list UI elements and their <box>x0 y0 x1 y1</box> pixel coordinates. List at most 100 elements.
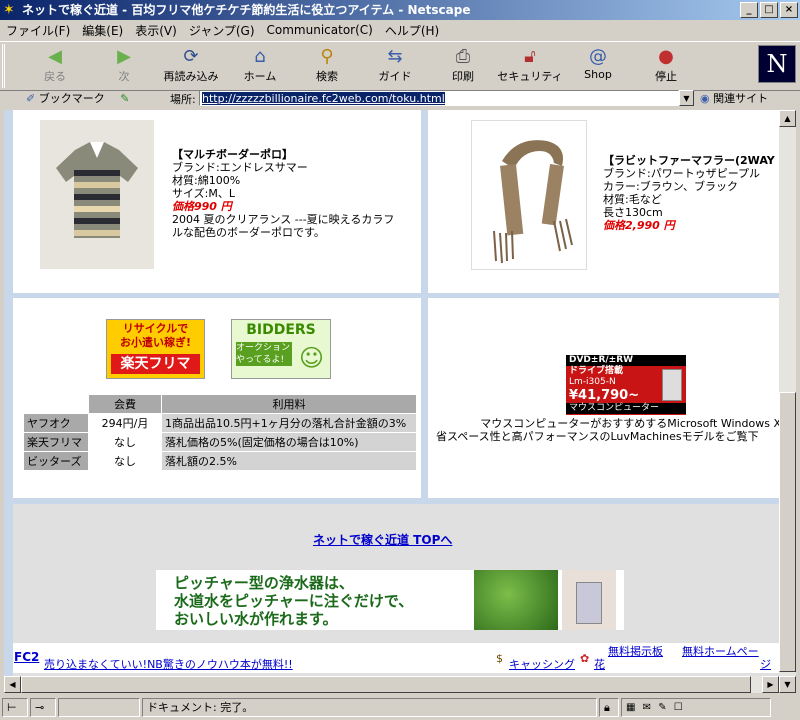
forward-button-label: 次 <box>118 70 130 83</box>
fee-row-fee: なし <box>89 452 161 470</box>
muffler-image[interactable] <box>471 120 587 270</box>
mail-icon[interactable]: ✉ <box>643 702 653 713</box>
print-button[interactable]: ⎙ 印刷 <box>430 46 496 84</box>
table-row: 楽天フリマ なし 落札価格の5%(固定価格の場合は10%) <box>24 433 416 451</box>
maximize-button[interactable]: □ <box>760 2 778 18</box>
security-button[interactable]: 🔓︎ セキュリティ <box>497 46 563 84</box>
guide-button-label: ガイド <box>378 70 412 83</box>
fur-muffler-image <box>493 140 573 264</box>
bidders-banner[interactable]: BIDDERS オークション やってるよ! ☺ <box>231 319 331 379</box>
water-purifier-banner[interactable]: ピッチャー型の浄水器は、 水道水をピッチャーに注ぐだけで、 おいしい水が作れます… <box>156 570 624 630</box>
fee-header-blank <box>24 395 88 413</box>
rakuten-banner-line3: 楽天フリマ <box>111 354 200 374</box>
scroll-up-button[interactable]: ▲ <box>779 110 796 127</box>
menu-file[interactable]: ファイル(F) <box>0 22 76 39</box>
discussion-icon[interactable]: ✎ <box>658 702 668 713</box>
fc2-logo[interactable]: FC2 <box>14 650 39 664</box>
stop-button[interactable]: ● 停止 <box>633 46 699 84</box>
page-content: 【マルチボーダーポロ】 ブランド:エンドレスサマー 材質:綿100% サイズ:M… <box>4 110 779 693</box>
polo-desc-line1: 2004 夏のクリアランス ---夏に映えるカラフ <box>172 213 395 226</box>
flower-link[interactable]: 花 <box>594 656 605 672</box>
print-icon: ⎙ <box>455 46 471 67</box>
guide-button[interactable]: ⇆ ガイド <box>362 46 428 84</box>
close-button[interactable]: × <box>780 2 798 18</box>
product-cell-muffler: 【ラビットファーマフラー(2WAY ブランド:パワートゥザピープル カラー:ブラ… <box>428 110 779 293</box>
auction-cell: リサイクルで お小遣い稼ぎ! 楽天フリマ BIDDERS オークション やってる… <box>13 298 421 498</box>
netscape-logo[interactable]: N <box>758 45 796 83</box>
window-title: ネットで稼ぐ近道 - 百均フリマ他ケチケチ節約生活に役立つアイテム - Nets… <box>22 3 471 17</box>
vertical-scroll-thumb[interactable] <box>779 392 796 672</box>
composer-icon[interactable]: ☐ <box>674 702 685 713</box>
rakuten-furima-banner[interactable]: リサイクルで お小遣い稼ぎ! 楽天フリマ <box>106 319 205 379</box>
free-bbs-link[interactable]: 無料掲示板 <box>608 643 663 659</box>
window-titlebar[interactable]: ✶ ネットで稼ぐ近道 - 百均フリマ他ケチケチ節約生活に役立つアイテム - Ne… <box>0 0 800 20</box>
fee-row-name: 楽天フリマ <box>24 433 88 451</box>
security-lock-icon: 🔓︎ <box>524 46 536 67</box>
top-page-link[interactable]: ネットで稼ぐ近道 TOPへ <box>313 531 452 548</box>
guide-icon: ⇆ <box>387 46 403 67</box>
auction-fee-table: 会費 利用料 ヤフオク 294円/月 1商品出品10.5円+1ヶ月分の落札合計金… <box>23 394 417 471</box>
search-button-label: 検索 <box>316 70 338 83</box>
toolbar-grip[interactable] <box>2 44 13 88</box>
polo-desc-line2: ルな配色のボーダーポロです。 <box>172 226 325 239</box>
menu-go[interactable]: ジャンプ(G) <box>183 22 261 39</box>
shop-icon: @ <box>589 46 607 67</box>
navigator-icon[interactable]: ▦ <box>626 702 637 713</box>
related-sites-button[interactable]: ◉ 関連サイト <box>700 90 768 106</box>
bidders-line2: やってるよ! <box>236 354 292 366</box>
mouse-computer-banner[interactable]: DVD±R/±RW ドライブ搭載 Lm-i305-N ¥41,790~ マウスコ… <box>566 355 686 415</box>
muffler-color: カラー:ブラウン、ブラック <box>603 180 739 193</box>
polo-brand: ブランド:エンドレスサマー <box>172 161 308 174</box>
menu-view[interactable]: 表示(V) <box>129 22 183 39</box>
security-button-label: セキュリティ <box>497 70 563 83</box>
reload-button-label: 再読み込み <box>163 70 219 83</box>
reload-button[interactable]: ⟳ 再読み込み <box>158 46 224 84</box>
table-row: ヤフオク 294円/月 1商品出品10.5円+1ヶ月分の落札合計金額の3% <box>24 414 416 432</box>
search-button[interactable]: ⚲ 検索 <box>294 46 360 84</box>
mouse-banner-brand: マウスコンピューター <box>566 403 686 414</box>
horizontal-scrollbar[interactable]: ◀ ▶ <box>4 676 779 693</box>
menu-help[interactable]: ヘルプ(H) <box>379 22 445 39</box>
forward-arrow-icon: ▶ <box>117 46 131 67</box>
netscape-star-icon: ✶ <box>3 2 15 18</box>
polo-image[interactable] <box>40 120 154 269</box>
free-homepage-link[interactable]: 無料ホームペー <box>682 643 759 659</box>
cashing-link[interactable]: キャッシング <box>509 656 575 672</box>
polo-price: 価格990 円 <box>172 200 232 213</box>
forward-button[interactable]: ▶ 次 <box>91 46 157 84</box>
home-button[interactable]: ⌂ ホーム <box>227 46 293 84</box>
bookmarks-button[interactable]: ✐ ブックマーク ✎ <box>26 90 129 106</box>
offline-toggle-icon[interactable]: ⊢ <box>2 698 28 717</box>
fee-row-fee: なし <box>89 433 161 451</box>
url-dropdown-button[interactable]: ▼ <box>679 90 694 106</box>
vertical-scrollbar[interactable]: ▲ ▼ <box>779 110 796 693</box>
component-bar: ▦ ✉ ✎ ☐ <box>621 698 771 717</box>
muffler-brand: ブランド:パワートゥザピープル <box>603 167 761 180</box>
shop-button[interactable]: @ Shop <box>565 46 631 81</box>
mouse-computer-cell: DVD±R/±RW ドライブ搭載 Lm-i305-N ¥41,790~ マウスコ… <box>428 298 779 498</box>
nb-ad-link[interactable]: 売り込まなくていい!NB驚きのノウハウ本が無料!! <box>44 656 293 672</box>
fee-header-usage: 利用料 <box>162 395 416 413</box>
horizontal-scroll-thumb[interactable] <box>21 676 751 693</box>
fee-table-header: 会費 利用料 <box>24 395 416 413</box>
bidders-logo: BIDDERS <box>246 322 316 338</box>
scroll-left-button[interactable]: ◀ <box>4 676 21 693</box>
back-button[interactable]: ◀ 戻る <box>22 46 88 84</box>
scroll-right-button[interactable]: ▶ <box>762 676 779 693</box>
free-homepage-link-cont[interactable]: ジ <box>760 656 771 672</box>
water-ad-line2: 水道水をピッチャーに注ぐだけで、 <box>174 592 414 610</box>
url-field[interactable]: http://zzzzzbillionaire.fc2web.com/toku.… <box>199 90 679 106</box>
menu-edit[interactable]: 編集(E) <box>76 22 129 39</box>
plant-glass-image <box>474 570 558 630</box>
fee-row-name: ヤフオク <box>24 414 88 432</box>
shop-button-label: Shop <box>584 68 612 81</box>
security-status-icon[interactable]: 🔒︎ <box>599 698 619 717</box>
menu-communicator[interactable]: Communicator(C) <box>261 23 379 37</box>
product-cell-polo: 【マルチボーダーポロ】 ブランド:エンドレスサマー 材質:綿100% サイズ:M… <box>13 110 421 293</box>
page-proxy-icon[interactable]: ✎ <box>120 92 129 105</box>
rakuten-banner-line1: リサイクルで <box>122 322 189 335</box>
minimize-button[interactable]: _ <box>740 2 758 18</box>
muffler-price: 価格2,990 円 <box>603 219 675 232</box>
polo-size: サイズ:M、L <box>172 187 235 200</box>
scroll-down-button[interactable]: ▼ <box>779 676 796 693</box>
